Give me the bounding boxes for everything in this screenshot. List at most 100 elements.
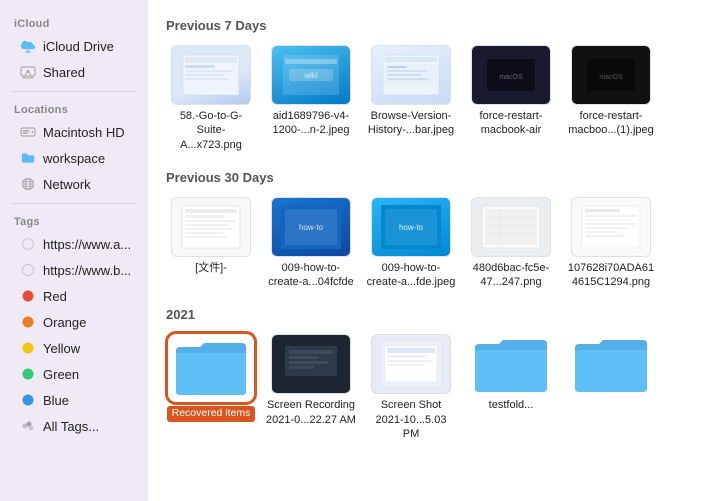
section-previous-7-days: Previous 7 Days 58.-Go-to-G-Suite-A...x7… (166, 18, 704, 152)
file-thumbnail (168, 334, 254, 402)
svg-text:how-to: how-to (399, 223, 424, 232)
sidebar-item-tag-https-a[interactable]: https://www.a... (6, 232, 142, 256)
shared-icon (20, 64, 36, 80)
sidebar-item-tag-blue[interactable]: Blue (6, 388, 142, 412)
file-thumbnail: how-to (271, 197, 351, 257)
sidebar-item-macintosh-hd[interactable]: Macintosh HD (6, 120, 142, 144)
file-grid-30days: [文件]- how-to 009-how-to-create-a...04fcf… (166, 197, 704, 290)
section-previous-30-days: Previous 30 Days [文件]- (166, 170, 704, 290)
list-item[interactable]: Screen Recording 2021-0...22.27 AM (266, 334, 356, 441)
file-thumbnail (471, 197, 551, 257)
file-thumbnail (571, 197, 651, 257)
file-name-label: Recovered items (167, 406, 256, 422)
file-thumbnail (171, 45, 251, 105)
workspace-icon (20, 150, 36, 166)
sidebar-item-network[interactable]: Network (6, 172, 142, 196)
network-icon (20, 176, 36, 192)
tag-red-icon (20, 288, 36, 304)
file-name-label: 009-how-to-create-a...fde.jpeg (366, 261, 456, 290)
sidebar-item-workspace[interactable]: workspace (6, 146, 142, 170)
macintosh-hd-icon (20, 124, 36, 140)
file-thumbnail: how-to (371, 197, 451, 257)
all-tags-icon (20, 418, 36, 434)
tag-yellow-icon (20, 340, 36, 356)
sidebar-item-tag-yellow[interactable]: Yellow (6, 336, 142, 360)
file-thumbnail: wiki (271, 45, 351, 105)
sidebar-item-tag-red[interactable]: Red (6, 284, 142, 308)
tag-blue-label: Blue (43, 393, 69, 408)
shared-label: Shared (43, 65, 85, 80)
file-name-label: force-restart-macbook-air (466, 109, 556, 138)
macintosh-hd-label: Macintosh HD (43, 125, 125, 140)
sidebar-item-tag-green[interactable]: Green (6, 362, 142, 386)
list-item[interactable]: macOS force-restart-macboo...(1).jpeg (566, 45, 656, 152)
file-thumbnail: macOS (571, 45, 651, 105)
sidebar: iCloud iCloud Drive Shared Locations (0, 0, 148, 501)
section-title-2021: 2021 (166, 307, 704, 322)
file-name-label: force-restart-macboo...(1).jpeg (566, 109, 656, 138)
file-name-label: [文件]- (195, 261, 227, 275)
list-item[interactable]: testfold... (466, 334, 556, 441)
list-item[interactable]: 58.-Go-to-G-Suite-A...x723.png (166, 45, 256, 152)
file-thumbnail (371, 334, 451, 394)
file-grid-2021: Recovered items Screen Recording 2021-0.… (166, 334, 704, 441)
tag-circle-b-icon (20, 262, 36, 278)
locations-section-label: Locations (0, 98, 148, 119)
file-name-label: 480d6bac-fc5e-47...247.png (466, 261, 556, 290)
sidebar-item-shared[interactable]: Shared (6, 60, 142, 84)
svg-text:macOS: macOS (599, 74, 623, 81)
file-name-label: 107628i70ADA61 4615C1294.png (566, 261, 656, 290)
file-thumbnail (171, 197, 251, 257)
list-item[interactable]: how-to 009-how-to-create-a...fde.jpeg (366, 197, 456, 290)
tag-orange-label: Orange (43, 315, 86, 330)
list-item[interactable] (566, 334, 656, 441)
file-thumbnail (271, 334, 351, 394)
list-item[interactable]: [文件]- (166, 197, 256, 290)
list-item[interactable]: Screen Shot 2021-10...5.03 PM (366, 334, 456, 441)
tags-section-label: Tags (0, 210, 148, 231)
list-item[interactable]: 107628i70ADA61 4615C1294.png (566, 197, 656, 290)
icloud-drive-label: iCloud Drive (43, 39, 114, 54)
file-name-label: Screen Recording 2021-0...22.27 AM (266, 398, 356, 427)
tag-https-a-label: https://www.a... (43, 237, 131, 252)
list-item[interactable]: Browse-Version-History-...bar.jpeg (366, 45, 456, 152)
file-name-label: testfold... (489, 398, 534, 412)
file-thumbnail: macOS (471, 45, 551, 105)
tag-green-icon (20, 366, 36, 382)
file-name-label: Screen Shot 2021-10...5.03 PM (366, 398, 456, 441)
svg-text:macOS: macOS (499, 74, 523, 81)
network-label: Network (43, 177, 91, 192)
file-thumbnail (471, 334, 551, 394)
list-item[interactable]: how-to 009-how-to-create-a...04fcfde (266, 197, 356, 290)
section-title-30days: Previous 30 Days (166, 170, 704, 185)
file-name-label: Browse-Version-History-...bar.jpeg (366, 109, 456, 138)
sidebar-item-tag-https-b[interactable]: https://www.b... (6, 258, 142, 282)
sidebar-item-tag-orange[interactable]: Orange (6, 310, 142, 334)
section-2021: 2021 Recovered items (166, 307, 704, 441)
section-title-7days: Previous 7 Days (166, 18, 704, 33)
all-tags-label: All Tags... (43, 419, 99, 434)
tag-blue-icon (20, 392, 36, 408)
file-name-label: 58.-Go-to-G-Suite-A...x723.png (166, 109, 256, 152)
sidebar-item-all-tags[interactable]: All Tags... (6, 414, 142, 438)
tag-green-label: Green (43, 367, 79, 382)
sidebar-item-icloud-drive[interactable]: iCloud Drive (6, 34, 142, 58)
icloud-drive-icon (20, 38, 36, 54)
file-grid-7days: 58.-Go-to-G-Suite-A...x723.png wiki aid1… (166, 45, 704, 152)
tag-circle-a-icon (20, 236, 36, 252)
list-item[interactable]: Recovered items (166, 334, 256, 441)
divider-1 (12, 91, 136, 92)
list-item[interactable]: macOS force-restart-macbook-air (466, 45, 556, 152)
icloud-section-label: iCloud (0, 12, 148, 33)
list-item[interactable]: wiki aid1689796-v4-1200-...n-2.jpeg (266, 45, 356, 152)
file-name-label: aid1689796-v4-1200-...n-2.jpeg (266, 109, 356, 138)
tag-https-b-label: https://www.b... (43, 263, 131, 278)
file-thumbnail (371, 45, 451, 105)
divider-2 (12, 203, 136, 204)
file-thumbnail (571, 334, 651, 394)
workspace-label: workspace (43, 151, 105, 166)
tag-red-label: Red (43, 289, 67, 304)
svg-text:how-to: how-to (299, 223, 324, 232)
file-name-label: 009-how-to-create-a...04fcfde (266, 261, 356, 290)
list-item[interactable]: 480d6bac-fc5e-47...247.png (466, 197, 556, 290)
